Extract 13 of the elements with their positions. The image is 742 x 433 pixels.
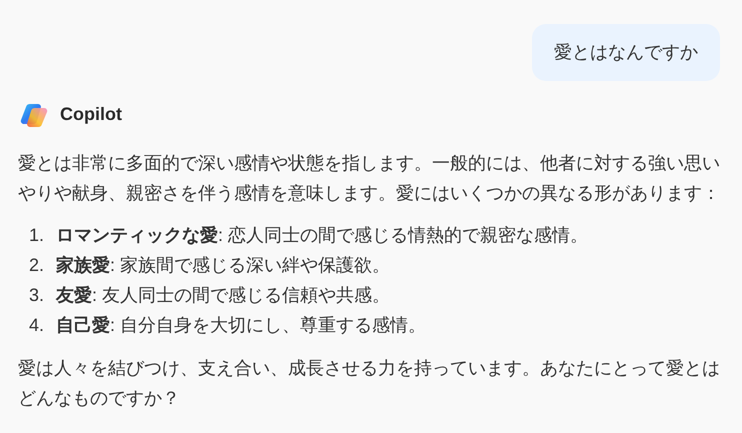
list-item-text: ロマンティックな愛: 恋人同士の間で感じる情熱的で親密な感情。	[56, 224, 588, 247]
list-item-text: 自己愛: 自分自身を大切にし、尊重する感情。	[56, 314, 426, 337]
user-message-bubble: 愛とはなんですか	[532, 24, 720, 81]
answer-paragraph: 愛とは非常に多面的で深い感情や状態を指します。一般的には、他者に対する強い思いやりや献身、親密さを伴う感情を意味します。愛にはいくつかの異なる形があります：	[18, 152, 721, 205]
answer-paragraph: 愛は人々を結びつけ、支え合い、成長させる力を持っています。あなたにとって愛とはどんなものですか？	[18, 357, 721, 410]
list-item-text: 友愛: 友人同士の間で感じる信頼や共感。	[56, 284, 390, 307]
list-number: 2.	[28, 254, 45, 277]
list-number: 1.	[28, 224, 45, 247]
list-number: 3.	[28, 284, 45, 307]
copilot-logo-icon	[20, 102, 48, 128]
list-number: 4.	[28, 314, 45, 337]
assistant-name: Copilot	[60, 103, 122, 126]
list-item-text: 家族愛: 家族間で感じる深い絆や保護欲。	[56, 254, 390, 277]
